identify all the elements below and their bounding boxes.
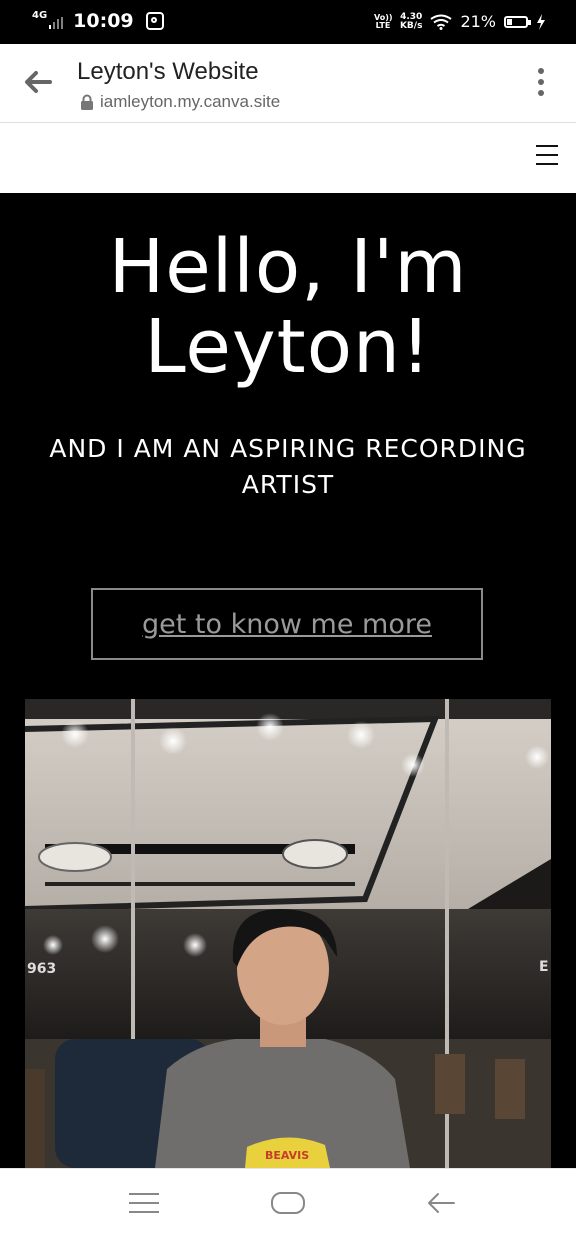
url-text: iamleyton.my.canva.site <box>100 92 281 111</box>
system-nav-bar <box>0 1168 576 1237</box>
page-title: Leyton's Website <box>77 58 259 85</box>
hero-heading-line-2: Leyton! <box>144 304 432 390</box>
battery-icon <box>504 15 531 28</box>
shirt-text: BEAVIS <box>265 1149 309 1162</box>
hero-subtitle: AND I AM AN ASPIRING RECORDING ARTIST <box>49 434 527 499</box>
sign-right: E <box>539 959 549 975</box>
sign-left: 963 <box>27 961 56 977</box>
more-vert-icon[interactable] <box>536 68 546 100</box>
status-bar: 4G 10:09 Vo)) LTE 4.30 KB/s 21% <box>0 0 576 44</box>
clock: 10:09 <box>73 10 134 32</box>
url-display[interactable]: iamleyton.my.canva.site <box>80 92 280 112</box>
charging-icon <box>537 13 545 30</box>
hero-heading-line-1: Hello, I'm <box>108 224 468 310</box>
site-nav <box>0 123 576 193</box>
hero-section: Hello, I'm Leyton! AND I AM AN ASPIRING … <box>0 193 576 1168</box>
cta-label[interactable]: get to know me more <box>142 609 432 640</box>
browser-toolbar: Leyton's Website iamleyton.my.canva.site <box>0 44 576 123</box>
hamburger-menu-icon[interactable] <box>536 145 558 167</box>
lock-icon <box>81 94 93 110</box>
back-icon[interactable] <box>426 1191 456 1215</box>
recent-apps-icon[interactable] <box>129 1193 159 1213</box>
volte-indicator: Vo)) LTE <box>373 12 393 30</box>
network-type: 4G <box>32 9 48 21</box>
battery-percent: 21% <box>460 12 496 31</box>
speed-unit: KB/s <box>399 20 423 31</box>
signal-icon <box>49 17 64 29</box>
get-to-know-me-button[interactable]: get to know me more <box>91 588 483 660</box>
back-arrow-icon[interactable] <box>22 68 54 96</box>
wifi-icon <box>430 14 453 30</box>
instagram-icon <box>145 12 164 30</box>
network-speed: 4.30 KB/s <box>399 12 423 31</box>
home-icon[interactable] <box>271 1192 305 1214</box>
photo-illustration: 963 E BEAVIS <box>25 699 551 1168</box>
hero-heading: Hello, I'm Leyton! <box>0 227 576 387</box>
profile-photo: 963 E BEAVIS <box>25 699 551 1168</box>
